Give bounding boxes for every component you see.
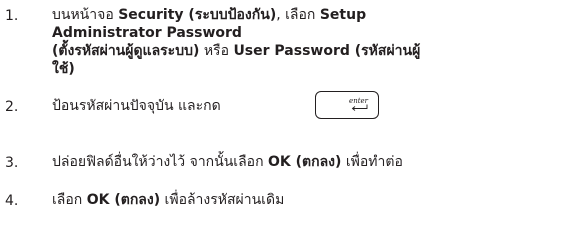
admin-password-label: Administrator Password	[52, 25, 242, 41]
step-number: 3.	[5, 155, 19, 171]
setup-label: Setup	[319, 7, 367, 23]
instruction-steps: 1. บนหน้าจอ Security (ระบบป้องกัน), เลือ…	[0, 0, 587, 245]
ok-label: OK (ตกลง)	[268, 154, 342, 170]
step-number: 4.	[5, 193, 19, 209]
step-number: 2.	[5, 99, 19, 115]
step-number: 1.	[5, 8, 19, 24]
step-text: ป้อนรหัสผ่านปัจจุบัน และกด enter	[52, 91, 587, 119]
return-arrow-icon	[351, 104, 368, 111]
enter-key-icon: enter	[315, 91, 379, 119]
user-password-label: User Password (รหัสผ่านผู้	[233, 43, 421, 59]
step-text: บนหน้าจอ Security (ระบบป้องกัน), เลือก S…	[52, 7, 421, 77]
user-password-label-end: ใช้)	[52, 61, 75, 77]
security-menu-label: Security (ระบบป้องกัน)	[118, 7, 277, 23]
admin-password-thai-label: (ตั้งรหัสผ่านผู้ดูแลระบบ)	[52, 43, 200, 59]
step-text: เลือก OK (ตกลง) เพื่อล้างรหัสผ่านเดิม	[52, 192, 285, 208]
ok-label: OK (ตกลง)	[86, 192, 161, 208]
step-text: ปล่อยฟิลด์อื่นให้ว่างไว้ จากนั้นเลือก OK…	[52, 154, 403, 170]
